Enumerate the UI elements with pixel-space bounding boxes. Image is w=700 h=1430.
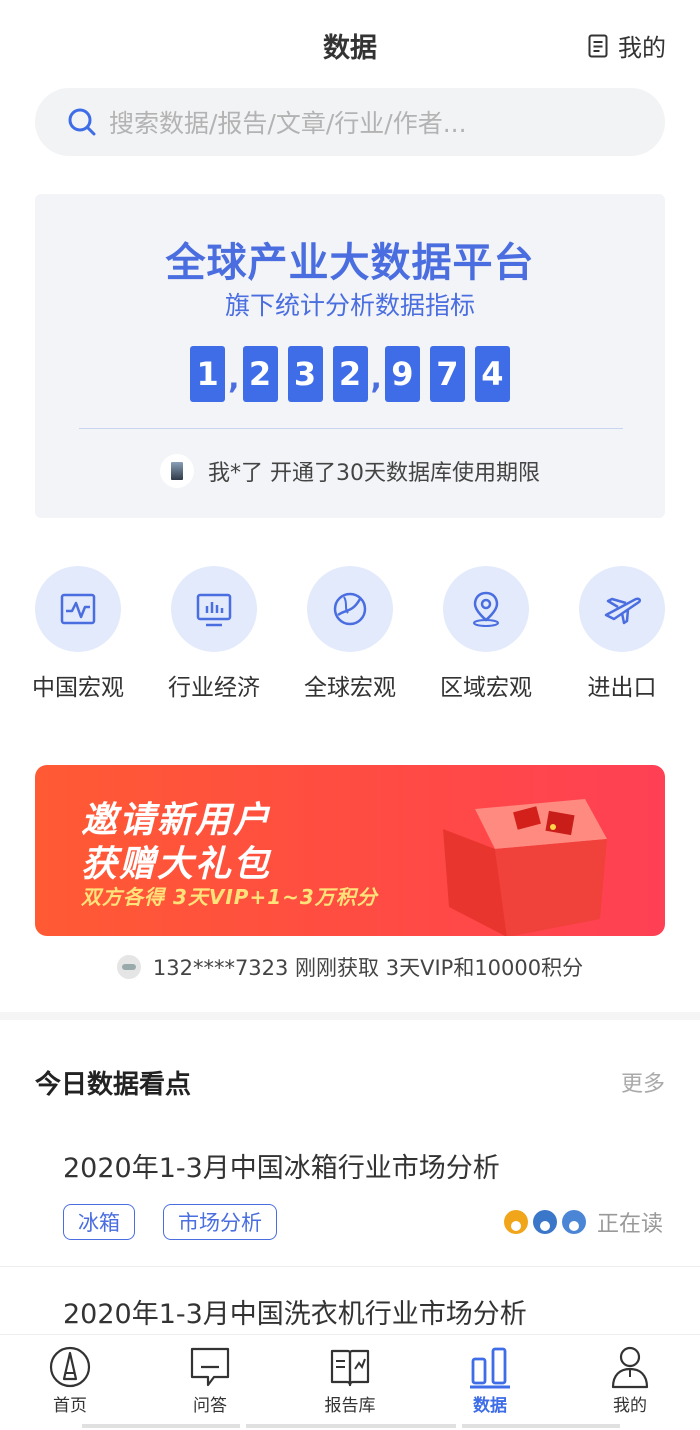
category-import-export[interactable]: 进出口 — [554, 566, 690, 702]
counter-digit: 7 — [429, 346, 465, 402]
search-input[interactable]: 搜索数据/报告/文章/行业/作者... — [109, 104, 467, 140]
tab-label: 首页 — [53, 1396, 87, 1416]
tab-report-library[interactable]: 报告库 — [300, 1345, 400, 1416]
section-title: 今日数据看点 — [35, 1070, 192, 1100]
counter-separator: , — [228, 361, 240, 396]
category-label: 区域宏观 — [440, 675, 532, 701]
platform-card[interactable]: 全球产业大数据平台 旗下统计分析数据指标 1 , 2 3 2 , 9 7 4 我… — [35, 194, 665, 518]
category-industry-economy[interactable]: 行业经济 — [146, 566, 282, 702]
location-pin-icon — [473, 591, 499, 627]
data-bars-icon — [470, 1347, 510, 1389]
banner-line2: 获赠大礼包 — [81, 844, 272, 885]
gift-box-icon — [443, 799, 607, 936]
document-list-icon — [588, 34, 608, 57]
category-label: 全球宏观 — [304, 675, 396, 701]
subscription-notice: 我*了 开通了30天数据库使用期限 — [35, 454, 665, 488]
tab-label: 报告库 — [324, 1396, 376, 1416]
tab-data[interactable]: 数据 — [440, 1345, 540, 1416]
reading-label: 正在读 — [596, 1212, 663, 1237]
report-book-icon — [330, 1349, 370, 1387]
banner-line3: 双方各得 3天VIP+1~3万积分 — [81, 885, 378, 909]
counter-digit: 2 — [242, 346, 278, 402]
category-label: 进出口 — [587, 675, 657, 701]
reader-avatar — [561, 1210, 586, 1234]
search-bar[interactable]: 搜索数据/报告/文章/行业/作者... — [35, 88, 665, 156]
airplane-icon — [604, 597, 642, 625]
tag-fridge[interactable]: 冰箱 — [63, 1204, 135, 1240]
divider — [0, 1266, 700, 1267]
article-title[interactable]: 2020年1-3月中国洗衣机行业市场分析 — [63, 1292, 663, 1331]
article-title[interactable]: 2020年1-3月中国冰箱行业市场分析 — [63, 1146, 663, 1185]
category-regional-macro[interactable]: 区域宏观 — [418, 566, 554, 702]
search-icon — [68, 108, 96, 136]
article-item[interactable]: 2020年1-3月中国洗衣机行业市场分析 — [63, 1292, 663, 1331]
section-separator — [0, 1012, 700, 1020]
counter-digit: 2 — [332, 346, 368, 402]
counter-digit: 4 — [474, 346, 510, 402]
article-item[interactable]: 2020年1-3月中国冰箱行业市场分析 冰箱 市场分析 正在读 — [63, 1146, 663, 1240]
my-data-button[interactable]: 我的 — [588, 28, 666, 63]
counter-digit: 3 — [287, 346, 323, 402]
category-china-macro[interactable]: 中国宏观 — [10, 566, 146, 702]
avatar — [160, 454, 194, 488]
home-icon — [49, 1346, 91, 1388]
gesture-bar — [246, 1424, 456, 1428]
tab-label: 我的 — [613, 1396, 647, 1416]
reader-avatar — [503, 1210, 528, 1234]
gesture-bar — [82, 1424, 240, 1428]
top-header: 数据 我的 — [0, 0, 700, 88]
divider — [79, 428, 623, 429]
subscription-notice-text: 我*了 开通了30天数据库使用期限 — [208, 461, 540, 486]
category-grid: 中国宏观 行业经济 全球宏观 区域宏观 进出口 — [0, 566, 700, 706]
platform-title: 全球产业大数据平台 — [165, 240, 535, 286]
indicator-counter: 1 , 2 3 2 , 9 7 4 — [35, 346, 665, 402]
bottom-tab-bar: 首页 问答 报告库 数据 我的 — [0, 1334, 700, 1430]
tab-qa[interactable]: 问答 — [160, 1345, 260, 1416]
gesture-bar — [462, 1424, 620, 1428]
article-tags: 冰箱 市场分析 — [63, 1204, 305, 1240]
counter-digit: 1 — [190, 346, 226, 402]
my-data-label: 我的 — [618, 34, 666, 62]
invite-banner[interactable]: 邀请新用户 获赠大礼包 双方各得 3天VIP+1~3万积分 — [35, 765, 665, 936]
category-global-macro[interactable]: 全球宏观 — [282, 566, 418, 702]
counter-separator: , — [370, 361, 382, 396]
globe-icon — [333, 592, 367, 626]
tab-label: 问答 — [193, 1396, 227, 1416]
tab-mine[interactable]: 我的 — [580, 1345, 680, 1416]
person-icon — [611, 1346, 649, 1389]
platform-subtitle: 旗下统计分析数据指标 — [224, 291, 475, 320]
chart-wave-icon — [60, 593, 96, 625]
tab-label: 数据 — [473, 1396, 507, 1416]
category-label: 中国宏观 — [32, 675, 124, 701]
tag-market-analysis[interactable]: 市场分析 — [163, 1204, 277, 1240]
avatar — [116, 955, 141, 979]
reader-avatar — [532, 1210, 557, 1234]
category-label: 行业经济 — [168, 675, 260, 701]
reward-claim-text: 132****7323 刚刚获取 3天VIP和10000积分 — [152, 956, 584, 980]
qa-icon — [190, 1347, 230, 1387]
counter-digit: 9 — [384, 346, 420, 402]
reward-claim-notice: 132****7323 刚刚获取 3天VIP和10000积分 — [0, 952, 700, 982]
more-link[interactable]: 更多 — [621, 1066, 665, 1098]
readers-indicator: 正在读 — [503, 1206, 663, 1238]
tab-home[interactable]: 首页 — [20, 1345, 120, 1416]
monitor-bars-icon — [196, 593, 232, 627]
